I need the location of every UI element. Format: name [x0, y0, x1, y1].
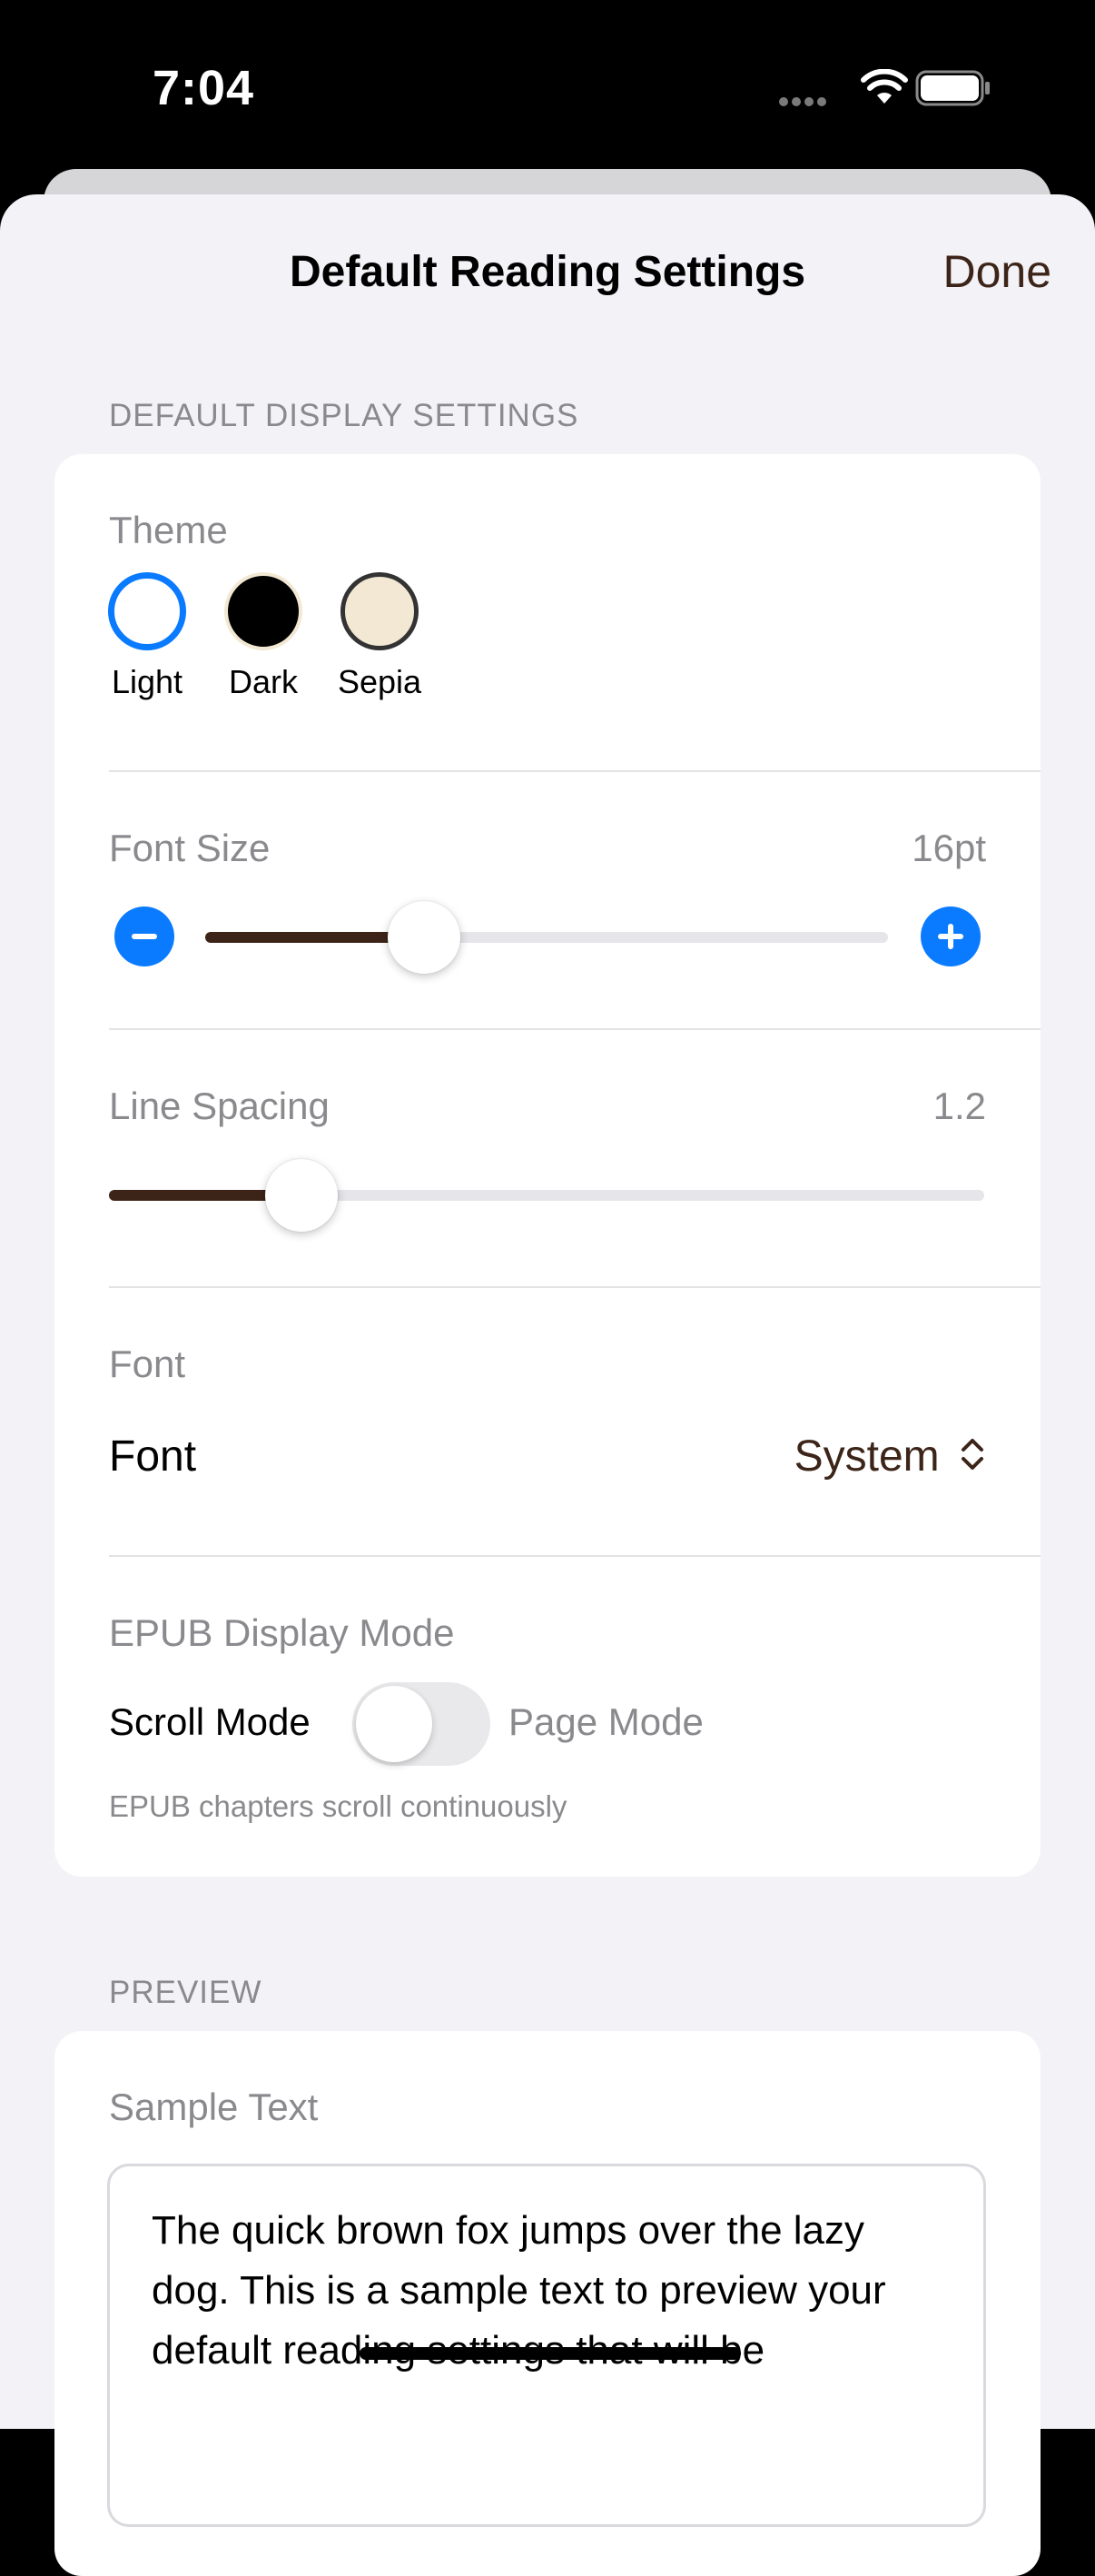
epub-mode-footnote: EPUB chapters scroll continuously: [109, 1789, 567, 1823]
font-size-label: Font Size: [109, 827, 271, 869]
preview-card: Sample Text The quick brown fox jumps ov…: [54, 2031, 1041, 2576]
status-time: 7:04: [153, 61, 255, 115]
font-row-label: Font: [109, 1432, 197, 1481]
theme-label-light: Light: [111, 663, 183, 700]
toggle-knob: [356, 1686, 432, 1762]
epub-mode-label: EPUB Display Mode: [109, 1611, 455, 1654]
font-size-increase-button[interactable]: [921, 907, 981, 966]
page-mode-label: Page Mode: [508, 1700, 704, 1743]
font-size-value: 16pt: [912, 827, 986, 869]
epub-mode-toggle[interactable]: [352, 1682, 490, 1766]
theme-option-light[interactable]: Light: [93, 572, 202, 701]
theme-swatch-dark: [224, 572, 302, 650]
font-picker-value: System: [794, 1432, 940, 1481]
line-spacing-slider-thumb[interactable]: [265, 1159, 339, 1232]
theme-label: Theme: [109, 509, 228, 551]
sample-text-box: The quick brown fox jumps over the lazy …: [107, 2164, 986, 2527]
theme-label-sepia: Sepia: [337, 663, 422, 700]
theme-swatch-sepia: [340, 572, 419, 650]
home-indicator: [360, 2347, 741, 2360]
status-icons: [779, 65, 997, 111]
preview-section-header: PREVIEW: [109, 1975, 262, 2010]
theme-option-sepia[interactable]: Sepia: [325, 572, 434, 701]
line-spacing-label: Line Spacing: [109, 1085, 330, 1127]
divider: [109, 770, 1041, 772]
divider: [109, 1555, 1041, 1557]
divider: [109, 1286, 1041, 1288]
plus-icon: [938, 924, 963, 949]
line-spacing-slider-track[interactable]: [109, 1190, 984, 1201]
theme-options: Light Dark Sepia: [93, 572, 547, 718]
signal-icon: [779, 94, 830, 111]
chevron-updown-icon: [962, 1439, 983, 1470]
minus-icon: [132, 934, 157, 939]
theme-swatch-light: [108, 572, 186, 650]
font-picker[interactable]: System: [794, 1432, 986, 1481]
display-section-header: DEFAULT DISPLAY SETTINGS: [109, 398, 579, 433]
divider: [109, 1028, 1041, 1030]
battery-icon: [915, 70, 990, 106]
theme-label-dark: Dark: [228, 663, 298, 700]
line-spacing-value: 1.2: [932, 1085, 986, 1127]
font-section-label: Font: [109, 1342, 186, 1385]
page-title: Default Reading Settings: [289, 248, 806, 296]
done-button[interactable]: Done: [942, 245, 1051, 298]
theme-option-dark[interactable]: Dark: [209, 572, 318, 701]
font-size-slider-track[interactable]: [205, 932, 888, 943]
font-size-decrease-button[interactable]: [114, 907, 174, 966]
settings-sheet: Default Reading Settings Done DEFAULT DI…: [0, 194, 1095, 2576]
font-size-slider-thumb[interactable]: [387, 901, 460, 974]
display-settings-card: Theme Light Dark Sepia Font Size 16pt Li…: [54, 454, 1041, 1877]
scroll-mode-label: Scroll Mode: [109, 1700, 311, 1743]
wifi-icon: [861, 69, 908, 104]
sample-text-label: Sample Text: [109, 2086, 319, 2128]
status-bar: 7:04: [0, 0, 1095, 173]
